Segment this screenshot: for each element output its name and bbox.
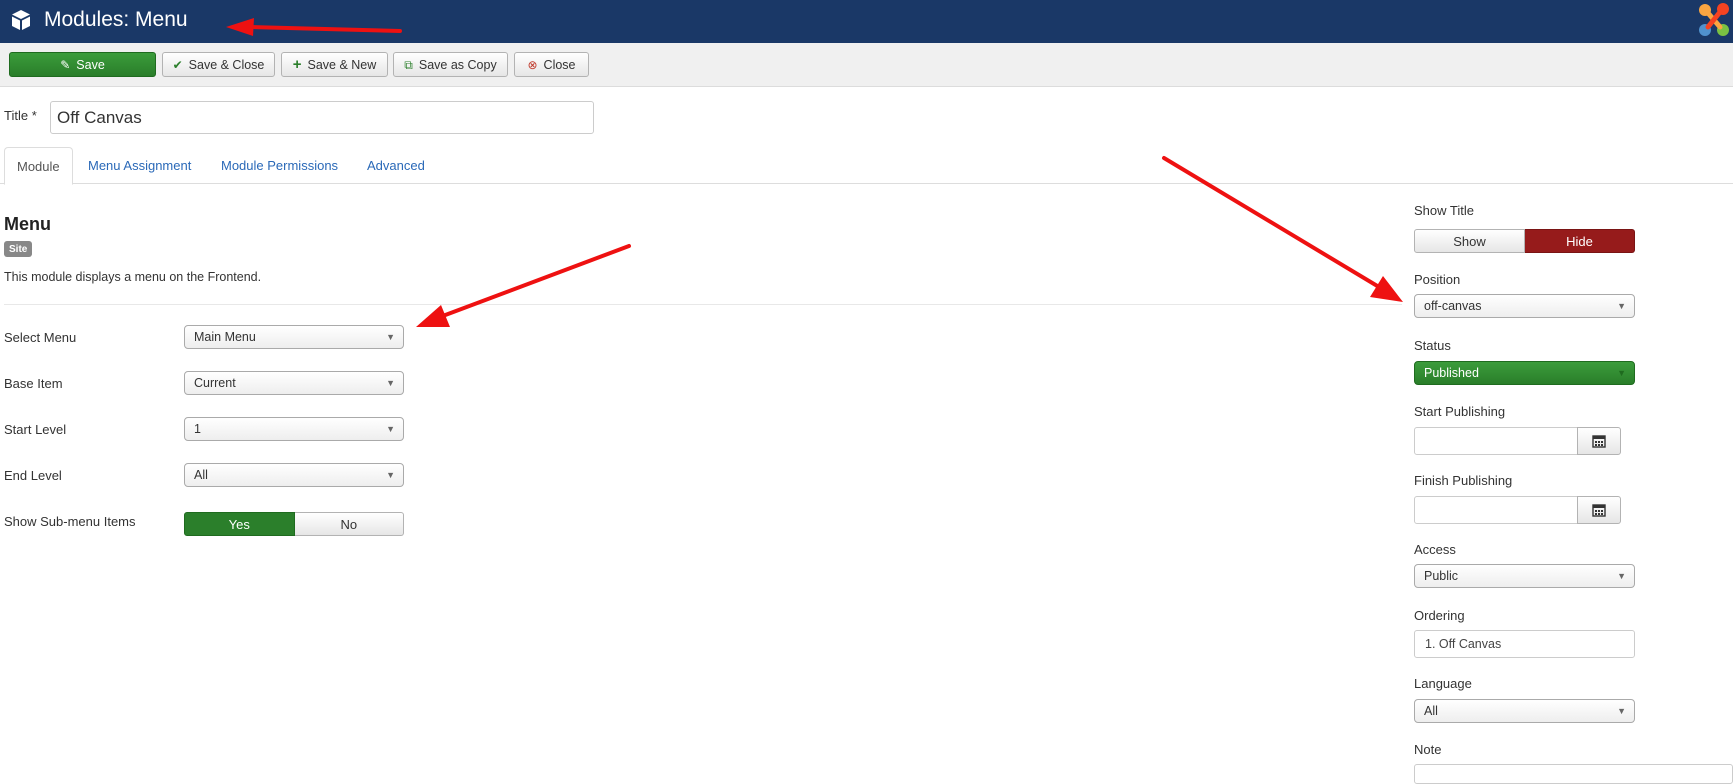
save-new-label: Save & New: [307, 57, 377, 72]
title-input[interactable]: [50, 101, 594, 134]
start-publishing-calendar-button[interactable]: [1577, 427, 1621, 455]
ordering-label: Ordering: [1414, 608, 1465, 623]
edit-icon: ✎: [60, 57, 71, 72]
top-header-bar: Modules: Menu: [0, 0, 1733, 43]
page-title: Modules: Menu: [44, 8, 188, 31]
position-value: off-canvas: [1424, 299, 1482, 313]
caret-down-icon: ▼: [386, 424, 395, 434]
cube-icon: [12, 10, 30, 30]
end-level-dropdown[interactable]: All ▼: [184, 463, 404, 487]
language-label: Language: [1414, 676, 1472, 691]
save-copy-label: Save as Copy: [418, 57, 497, 72]
show-title-show[interactable]: Show: [1414, 229, 1525, 253]
tab-menu-assignment[interactable]: Menu Assignment: [76, 147, 203, 184]
annotation-arrow-select-menu: [416, 244, 631, 327]
position-label: Position: [1414, 272, 1461, 287]
plus-icon: +: [292, 56, 302, 73]
base-item-label: Base Item: [4, 376, 63, 391]
caret-down-icon: ▼: [386, 470, 395, 480]
base-item-value: Current: [194, 376, 236, 390]
calendar-icon: [1592, 435, 1606, 448]
show-submenu-yes[interactable]: Yes: [184, 512, 295, 536]
language-value: All: [1424, 704, 1438, 718]
save-as-copy-button[interactable]: ⧉ Save as Copy: [393, 52, 508, 77]
start-level-value: 1: [194, 422, 201, 436]
close-label: Close: [543, 57, 576, 72]
module-description: This module displays a menu on the Front…: [4, 270, 262, 284]
tab-module-permissions[interactable]: Module Permissions: [209, 147, 350, 184]
finish-publishing-calendar-button[interactable]: [1577, 496, 1621, 524]
site-badge: Site: [4, 241, 33, 257]
start-level-dropdown[interactable]: 1 ▼: [184, 417, 404, 441]
tab-advanced[interactable]: Advanced: [355, 147, 437, 184]
save-button[interactable]: ✎ Save: [9, 52, 156, 77]
check-icon: ✔: [172, 57, 183, 72]
status-dropdown[interactable]: Published ▼: [1414, 361, 1635, 385]
caret-down-icon: ▼: [1617, 301, 1626, 311]
tab-bar: Module Menu Assignment Module Permission…: [0, 147, 1733, 185]
close-button[interactable]: ⊗ Close: [514, 52, 589, 77]
language-dropdown[interactable]: All ▼: [1414, 699, 1635, 723]
title-label: Title *: [4, 108, 37, 123]
base-item-dropdown[interactable]: Current ▼: [184, 371, 404, 395]
end-level-label: End Level: [4, 468, 62, 483]
caret-down-icon: ▼: [1617, 368, 1626, 378]
ordering-field[interactable]: 1. Off Canvas: [1414, 630, 1635, 658]
note-label: Note: [1414, 742, 1442, 757]
close-circle-icon: ⊗: [527, 57, 538, 72]
save-close-button[interactable]: ✔ Save & Close: [162, 52, 275, 77]
show-title-label: Show Title: [1414, 203, 1474, 218]
divider: [4, 304, 1402, 305]
note-input[interactable]: [1414, 764, 1733, 784]
status-label: Status: [1414, 338, 1451, 353]
save-label: Save: [76, 57, 105, 72]
caret-down-icon: ▼: [1617, 571, 1626, 581]
tab-module[interactable]: Module: [4, 147, 73, 185]
select-menu-dropdown[interactable]: Main Menu ▼: [184, 325, 404, 349]
start-publishing-input[interactable]: [1414, 427, 1578, 455]
show-submenu-no[interactable]: No: [294, 512, 404, 536]
start-publishing-label: Start Publishing: [1414, 404, 1506, 419]
access-label: Access: [1414, 542, 1456, 557]
finish-publishing-label: Finish Publishing: [1414, 473, 1513, 488]
caret-down-icon: ▼: [386, 378, 395, 388]
calendar-icon: [1592, 504, 1606, 517]
start-level-label: Start Level: [4, 422, 67, 437]
status-value: Published: [1424, 366, 1479, 380]
toolbar: ✎ Save ✔ Save & Close + Save & New ⧉ Sav…: [0, 43, 1733, 87]
save-close-label: Save & Close: [188, 57, 265, 72]
select-menu-value: Main Menu: [194, 330, 256, 344]
copy-icon: ⧉: [404, 57, 413, 72]
show-title-hide[interactable]: Hide: [1525, 229, 1635, 253]
show-submenu-toggle: Yes No: [184, 512, 404, 536]
caret-down-icon: ▼: [1617, 706, 1626, 716]
access-value: Public: [1424, 569, 1459, 583]
caret-down-icon: ▼: [386, 332, 395, 342]
end-level-value: All: [194, 468, 208, 482]
show-title-toggle: Show Hide: [1414, 229, 1635, 253]
save-new-button[interactable]: + Save & New: [281, 52, 388, 77]
show-submenu-label: Show Sub-menu Items: [4, 514, 136, 529]
joomla-logo[interactable]: [1695, 0, 1733, 40]
module-heading: Menu: [4, 214, 51, 234]
access-dropdown[interactable]: Public ▼: [1414, 564, 1635, 588]
finish-publishing-input[interactable]: [1414, 496, 1578, 524]
select-menu-label: Select Menu: [4, 330, 77, 345]
position-dropdown[interactable]: off-canvas ▼: [1414, 294, 1635, 318]
